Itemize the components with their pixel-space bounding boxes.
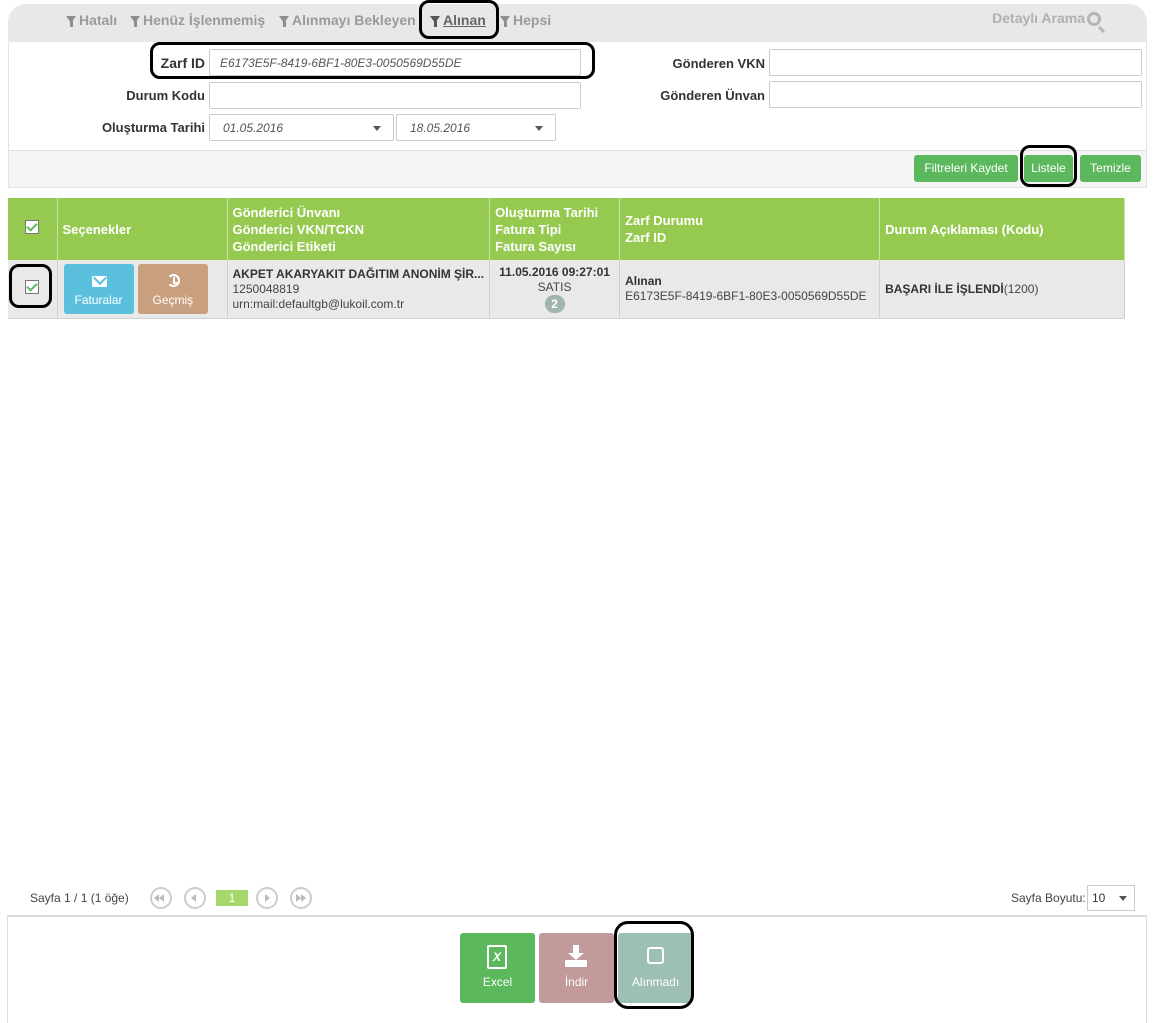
created-header: Oluşturma Tarihi Fatura Tipi Fatura Sayı… (489, 198, 621, 260)
list-button[interactable]: Listele (1024, 155, 1073, 182)
pager-summary: Sayfa 1 / 1 (1 öğe) (30, 891, 129, 905)
filter-icon (430, 16, 440, 27)
excel-button[interactable]: X Excel (460, 933, 535, 1003)
sender-vkn: 1250048819 (232, 281, 300, 296)
filter-icon (500, 16, 510, 27)
row-options-cell: Faturalar Geçmiş (57, 260, 228, 319)
date-to-select[interactable]: 18.05.2016 (396, 114, 556, 141)
envelope-header: Zarf Durumu Zarf ID (619, 198, 881, 260)
tab-alinmayi-bekleyen[interactable]: Alınmayı Bekleyen (279, 10, 416, 30)
row-envelope-cell: Alınan E6173E5F-8419-6BF1-80E3-0050569D5… (619, 260, 881, 319)
tab-henuz-islenmemis[interactable]: Henüz İşlenmemiş (130, 10, 265, 30)
first-page-icon[interactable] (150, 887, 172, 909)
envelope-id: E6173E5F-8419-6BF1-80E3-0050569D55DE (625, 289, 867, 304)
table-header-row: Seçenekler Gönderici Ünvanı Gönderici VK… (8, 198, 1125, 260)
table-row[interactable]: Faturalar Geçmiş AKPET AKARYAKIT DAĞITIM… (8, 260, 1125, 319)
sender-tag: urn:mail:defaultgb@lukoil.com.tr (232, 296, 405, 311)
durum-kodu-label: Durum Kodu (126, 88, 205, 103)
date-from-select[interactable]: 01.05.2016 (209, 114, 394, 141)
caret-down-icon (1119, 896, 1127, 901)
caret-down-icon (373, 126, 381, 131)
row-checkbox[interactable] (25, 280, 40, 295)
select-all-header (8, 198, 58, 260)
gonderen-vkn-label: Gönderen VKN (672, 56, 765, 71)
envelope-table: Seçenekler Gönderici Ünvanı Gönderici VK… (8, 198, 1125, 319)
detailed-search-link[interactable]: Detaylı Arama (992, 10, 1085, 26)
filter-icon (130, 16, 140, 27)
sender-header: Gönderici Ünvanı Gönderici VKN/TCKN Gönd… (227, 198, 491, 260)
sender-title: AKPET AKARYAKIT DAĞITIM ANONİM ŞİR... (232, 266, 485, 281)
filter-icon (66, 16, 76, 27)
excel-file-icon: X (487, 945, 507, 969)
olusturma-tarihi-label: Oluşturma Tarihi (101, 120, 205, 135)
zarf-id-input[interactable] (209, 49, 581, 76)
status-header: Durum Açıklaması (Kodu) (879, 198, 1125, 260)
download-button[interactable]: İndir (539, 933, 614, 1003)
history-button[interactable]: Geçmiş (137, 263, 208, 314)
tab-hatali[interactable]: Hatalı (66, 10, 117, 30)
caret-down-icon (535, 126, 543, 131)
gonderen-vkn-input[interactable] (769, 49, 1142, 76)
search-icon[interactable] (1087, 12, 1101, 26)
invoice-type: SATIS (537, 279, 572, 294)
next-page-icon[interactable] (256, 887, 278, 909)
not-received-button[interactable]: Alınmadı (618, 933, 693, 1003)
row-status-cell: BAŞARI İLE İŞLENDİ(1200) (879, 260, 1125, 319)
row-created-cell: 11.05.2016 09:27:01 SATIS 2 (489, 260, 621, 319)
durum-kodu-input[interactable] (209, 82, 581, 109)
history-icon (166, 273, 180, 287)
status-code: (1200) (1003, 281, 1039, 296)
page-size-label: Sayfa Boyutu: (1011, 891, 1086, 905)
current-page-number[interactable]: 1 (216, 890, 248, 906)
checkbox-square-icon (647, 947, 664, 964)
row-sender-cell: AKPET AKARYAKIT DAĞITIM ANONİM ŞİR... 12… (227, 260, 491, 319)
select-all-checkbox[interactable] (25, 220, 40, 234)
row-select-cell (8, 260, 58, 319)
gonderen-unvan-input[interactable] (769, 81, 1142, 108)
tab-hepsi[interactable]: Hepsi (500, 10, 551, 30)
filter-icon (279, 16, 289, 27)
last-page-icon[interactable] (290, 887, 312, 909)
gonderen-unvan-label: Gönderen Ünvan (660, 88, 765, 103)
envelope-icon (91, 275, 107, 287)
download-icon (565, 945, 587, 967)
page-size-select[interactable]: 10 (1087, 885, 1135, 911)
options-header: Seçenekler (57, 198, 228, 260)
prev-page-icon[interactable] (184, 887, 206, 909)
clear-button[interactable]: Temizle (1080, 155, 1141, 182)
status-description: BAŞARI İLE İŞLENDİ (885, 281, 1004, 296)
created-date: 11.05.2016 09:27:01 (499, 264, 610, 279)
tab-alinan[interactable]: Alınan (430, 10, 486, 30)
invoice-count-badge: 2 (544, 294, 565, 313)
envelope-status: Alınan (625, 274, 662, 289)
zarf-id-label: Zarf ID (160, 55, 205, 71)
invoices-button[interactable]: Faturalar (63, 263, 134, 314)
save-filters-button[interactable]: Filtreleri Kaydet (914, 155, 1018, 182)
